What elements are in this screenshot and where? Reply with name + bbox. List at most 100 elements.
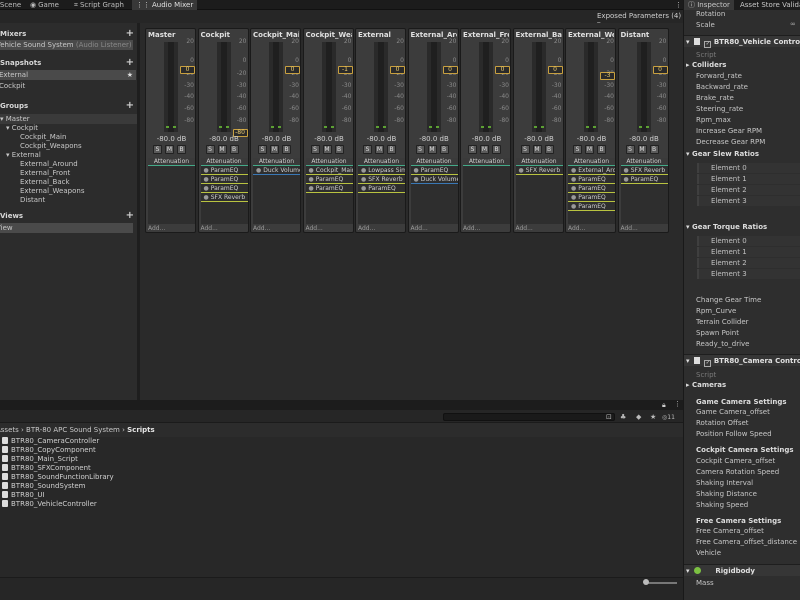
script-file-item[interactable]: BTR80_CopyComponent xyxy=(2,446,96,455)
effect-attenuation[interactable]: Attenuation xyxy=(358,158,405,166)
solo-button[interactable]: S xyxy=(573,145,582,154)
add-effect-button[interactable]: Add... xyxy=(463,225,480,232)
script-file-item[interactable]: BTR80_SoundSystem xyxy=(2,482,86,491)
volume-fader[interactable]: 0 xyxy=(390,66,405,74)
bypass-button[interactable]: B xyxy=(177,145,186,154)
mute-button[interactable]: M xyxy=(270,145,279,154)
volume-fader[interactable]: -3 xyxy=(600,72,615,80)
solo-button[interactable]: S xyxy=(520,145,530,154)
add-effect-button[interactable]: Add... xyxy=(621,225,638,232)
script-file-item[interactable]: BTR80_SoundFunctionLibrary xyxy=(2,473,114,482)
solo-button[interactable]: S xyxy=(310,145,320,154)
effect-slot[interactable]: ● Lowpass Sim xyxy=(358,167,405,175)
solo-button[interactable]: S xyxy=(363,145,372,154)
effect-slot[interactable]: ● Duck Volume xyxy=(410,176,458,184)
zoom-slider-handle[interactable] xyxy=(643,579,649,585)
bypass-button[interactable]: B xyxy=(229,145,239,154)
add-effect-button[interactable]: Add... xyxy=(411,225,428,232)
tab-audio-mixer[interactable]: ⋮⋮ Audio Mixer xyxy=(132,0,198,10)
mute-button[interactable]: M xyxy=(637,145,647,154)
volume-fader[interactable]: 0 xyxy=(547,66,563,74)
view-item[interactable]: View xyxy=(0,223,133,233)
breadcrumb-assets[interactable]: Assets xyxy=(0,426,19,434)
panel-menu-icon[interactable]: ⋮ xyxy=(674,400,681,408)
effect-slot[interactable]: ● ParamEQ xyxy=(305,185,353,193)
tab-menu-icon[interactable]: ⋮ xyxy=(675,0,682,10)
volume-fader[interactable]: 0 xyxy=(285,66,300,74)
bypass-button[interactable]: B xyxy=(597,145,606,154)
script-file-item[interactable]: BTR80_UI xyxy=(2,491,45,500)
effect-attenuation[interactable]: Attenuation xyxy=(568,158,615,166)
tab-scene[interactable]: #Scene xyxy=(0,0,21,10)
camera-controller-header[interactable]: ▾ ✓ BTR80_Camera Controller xyxy=(684,354,800,367)
script-file-item[interactable]: BTR80_SFXComponent xyxy=(2,464,91,473)
add-effect-button[interactable]: Add... xyxy=(516,225,533,232)
group-item-distant[interactable]: Distant xyxy=(20,195,137,205)
chevron-right-icon[interactable]: ▸ xyxy=(686,381,690,389)
volume-fader[interactable]: 0 xyxy=(652,66,668,74)
script-file-item[interactable]: BTR80_CameraController xyxy=(2,437,99,446)
effect-slot[interactable]: ● SFX Reverb xyxy=(358,176,405,184)
solo-button[interactable]: S xyxy=(625,145,635,154)
add-effect-button[interactable]: Add... xyxy=(148,225,165,232)
volume-fader[interactable]: 0 xyxy=(442,66,458,74)
add-effect-button[interactable]: Add... xyxy=(568,225,585,232)
mute-button[interactable]: M xyxy=(165,145,174,154)
mixer-item[interactable]: Vehicle Sound System (Audio Listener) - … xyxy=(0,40,133,50)
add-effect-button[interactable]: Add... xyxy=(358,225,375,232)
effect-slot[interactable]: ● Duck Volume xyxy=(253,167,300,175)
breadcrumb-scripts[interactable]: Scripts xyxy=(127,426,155,434)
effect-slot[interactable]: ● ParamEQ xyxy=(410,167,458,175)
solo-button[interactable]: S xyxy=(258,145,267,154)
rigidbody-header[interactable]: ▾ Rigidbody xyxy=(684,564,800,576)
effect-attenuation[interactable]: Attenuation xyxy=(515,158,563,166)
script-file-item[interactable]: BTR80_Main_Script xyxy=(2,455,78,464)
breadcrumb-folder[interactable]: BTR-80 APC Sound System xyxy=(26,426,120,434)
effect-slot[interactable]: ● ParamEQ xyxy=(200,176,248,184)
effect-slot[interactable]: ● ParamEQ xyxy=(568,194,615,202)
volume-fader[interactable]: 0 xyxy=(495,66,510,74)
enabled-checkbox[interactable]: ✓ xyxy=(704,41,712,48)
zoom-slider-track[interactable] xyxy=(645,582,677,584)
effect-attenuation[interactable]: Attenuation xyxy=(148,158,195,166)
effect-slot[interactable]: ● ParamEQ xyxy=(200,167,248,175)
mute-button[interactable]: M xyxy=(217,145,227,154)
add-group-plus-icon[interactable]: + xyxy=(126,101,134,111)
label-filter-icon[interactable]: ◆ xyxy=(636,413,641,421)
tab-game[interactable]: ◉ Game xyxy=(30,0,59,10)
effect-slot[interactable]: ● SFX Reverb xyxy=(200,194,248,202)
mute-button[interactable]: M xyxy=(532,145,542,154)
chevron-down-icon[interactable]: ▾ xyxy=(686,223,690,231)
favorite-icon[interactable]: ★ xyxy=(650,413,656,421)
mute-button[interactable]: M xyxy=(585,145,594,154)
tab-asset-store-validator[interactable]: Asset Store Validat xyxy=(740,0,800,10)
effect-slot[interactable]: ●External_Arou xyxy=(568,167,615,175)
bypass-button[interactable]: B xyxy=(492,145,501,154)
effect-attenuation[interactable]: Attenuation xyxy=(305,158,353,166)
mute-button[interactable]: M xyxy=(480,145,489,154)
add-effect-button[interactable]: Add... xyxy=(306,225,323,232)
volume-fader[interactable]: 0 xyxy=(180,66,195,74)
bypass-button[interactable]: B xyxy=(282,145,291,154)
add-view-plus-icon[interactable]: + xyxy=(126,211,134,221)
snapshot-item-external[interactable]: External ★ xyxy=(0,70,136,80)
lock-icon[interactable]: 🔒︎ xyxy=(662,401,666,410)
bypass-button[interactable]: B xyxy=(439,145,449,154)
effect-slot[interactable]: ● SFX Reverb xyxy=(620,167,668,175)
bypass-button[interactable]: B xyxy=(387,145,396,154)
mute-button[interactable]: M xyxy=(375,145,384,154)
effect-slot[interactable]: ● ParamEQ xyxy=(620,176,668,184)
script-file-item[interactable]: BTR80_VehicleController xyxy=(2,500,97,509)
solo-button[interactable]: S xyxy=(415,145,425,154)
effect-slot[interactable]: ● SFX Reverb xyxy=(515,167,563,175)
add-effect-button[interactable]: Add... xyxy=(201,225,218,232)
chevron-right-icon[interactable]: ▸ xyxy=(686,61,690,69)
type-filter-icon[interactable]: ♣ xyxy=(620,413,626,421)
solo-button[interactable]: S xyxy=(153,145,162,154)
mute-button[interactable]: M xyxy=(322,145,332,154)
effect-slot[interactable]: ● ParamEQ xyxy=(305,176,353,184)
effect-attenuation[interactable]: Attenuation xyxy=(253,158,300,166)
effect-slot[interactable]: ● Cockpit_Main xyxy=(305,167,353,175)
effect-slot[interactable]: ● ParamEQ xyxy=(200,185,248,193)
solo-button[interactable]: S xyxy=(468,145,477,154)
